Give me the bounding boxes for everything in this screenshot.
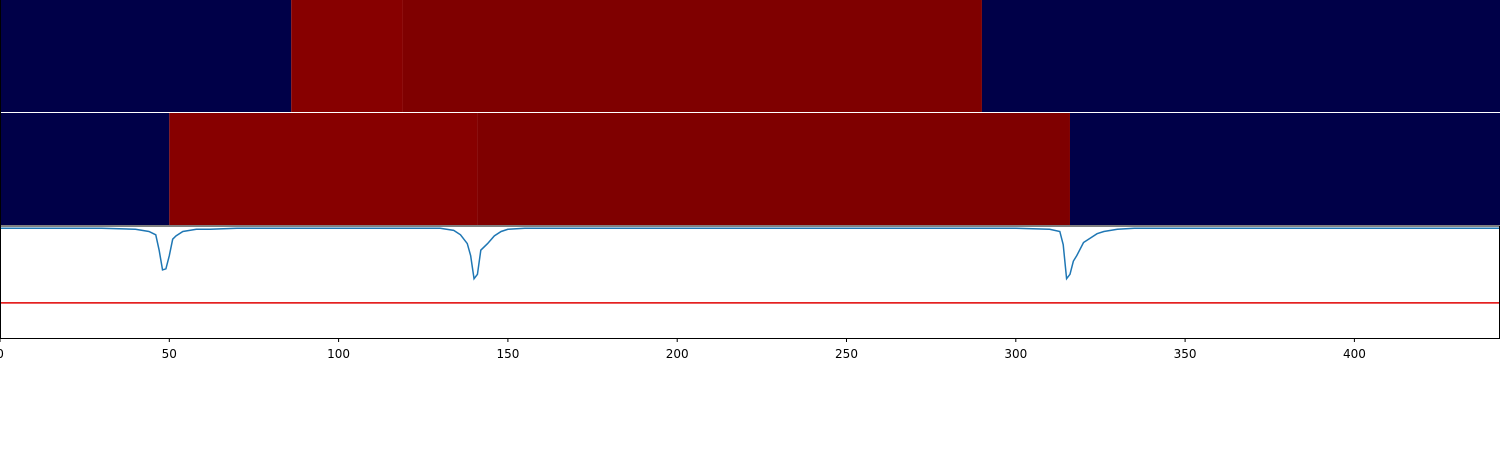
x-tick-label: 0 [0, 347, 4, 361]
x-tick-label: 250 [835, 347, 858, 361]
heatmap-cell-high [477, 113, 1070, 225]
heatmap-cell-low [1069, 113, 1500, 225]
line-panel [0, 226, 1500, 338]
x-tick-label: 200 [666, 347, 689, 361]
x-tick-label: 50 [162, 347, 177, 361]
chart-figure: 0 50 100 150 200 250 300 350 400 [0, 0, 1500, 361]
heatmap-rows [0, 0, 1500, 225]
x-tick-label: 300 [1004, 347, 1027, 361]
heatmap-cell-low [0, 0, 292, 112]
heatmap-row-1 [0, 0, 1500, 112]
line-panel-background [0, 226, 1500, 338]
heatmap-cell-high [402, 0, 982, 112]
x-tick-label: 150 [496, 347, 519, 361]
heatmap-cell-low [0, 113, 170, 225]
x-tick-label: 400 [1343, 347, 1366, 361]
heatmap-cell-low [981, 0, 1500, 112]
heatmap-cell-high_bright [291, 0, 403, 112]
heatmap-row-2 [0, 113, 1500, 225]
x-tick-label: 100 [327, 347, 350, 361]
heatmap-cell-high_bright [169, 113, 478, 225]
x-tick-label: 350 [1174, 347, 1197, 361]
